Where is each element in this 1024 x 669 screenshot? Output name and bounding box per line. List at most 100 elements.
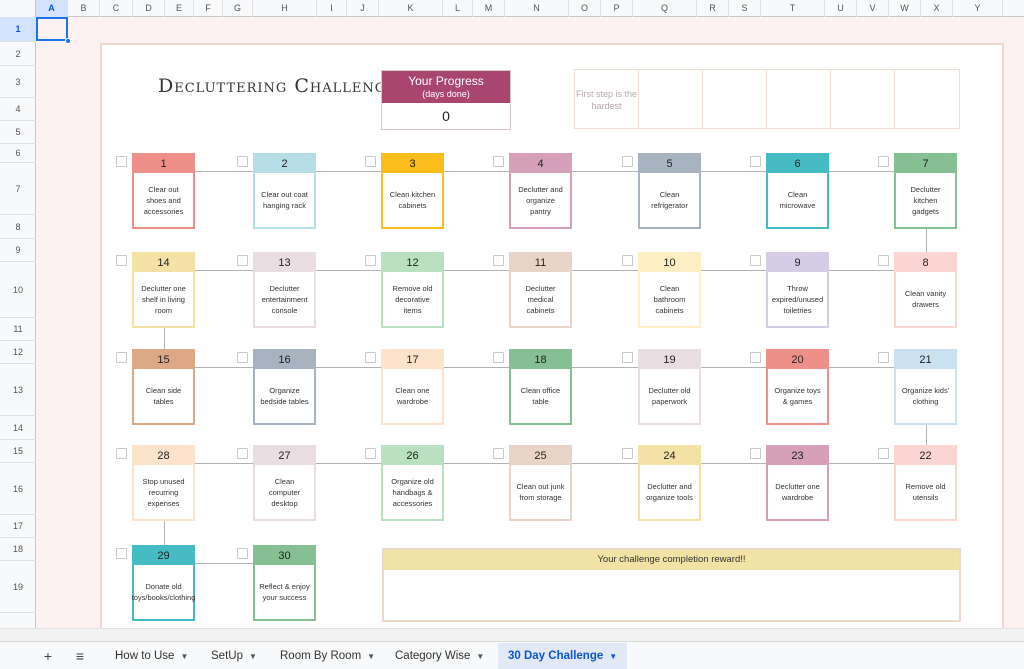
day-tile[interactable]: 26 Organize old handbags & accessories xyxy=(381,445,444,521)
column-header-b[interactable]: B xyxy=(68,0,100,17)
column-header-p[interactable]: P xyxy=(601,0,633,17)
progress-value[interactable]: 0 xyxy=(382,103,510,130)
add-sheet-icon[interactable]: + xyxy=(39,647,57,665)
day-checkbox[interactable] xyxy=(493,448,504,459)
day-tile[interactable]: 12 Remove old decorative items xyxy=(381,252,444,328)
row-header-3[interactable]: 3 xyxy=(0,66,36,98)
day-tile[interactable]: 16 Organize bedside tables xyxy=(253,349,316,425)
day-checkbox[interactable] xyxy=(493,352,504,363)
chevron-down-icon[interactable]: ▼ xyxy=(180,652,188,661)
day-checkbox[interactable] xyxy=(237,548,248,559)
day-checkbox[interactable] xyxy=(622,255,633,266)
day-tile[interactable]: 14 Declutter one shelf in living room xyxy=(132,252,195,328)
day-tile[interactable]: 23 Declutter one wardrobe xyxy=(766,445,829,521)
day-tile[interactable]: 9 Throw expired/unused toiletries xyxy=(766,252,829,328)
select-all-corner[interactable] xyxy=(0,0,36,17)
all-sheets-icon[interactable]: ≡ xyxy=(71,647,89,665)
column-header-f[interactable]: F xyxy=(194,0,223,17)
chevron-down-icon[interactable]: ▼ xyxy=(476,652,484,661)
horizontal-scrollbar[interactable] xyxy=(0,628,1024,641)
note-cell[interactable] xyxy=(895,70,959,128)
day-checkbox[interactable] xyxy=(878,255,889,266)
chevron-down-icon[interactable]: ▼ xyxy=(609,652,617,661)
day-tile[interactable]: 22 Remove old utensils xyxy=(894,445,957,521)
day-checkbox[interactable] xyxy=(116,448,127,459)
row-header-5[interactable]: 5 xyxy=(0,121,36,144)
column-header-w[interactable]: W xyxy=(889,0,921,17)
row-header-10[interactable]: 10 xyxy=(0,262,36,318)
row-header-12[interactable]: 12 xyxy=(0,341,36,364)
day-checkbox[interactable] xyxy=(878,352,889,363)
day-tile[interactable]: 21 Organize kids' clothing xyxy=(894,349,957,425)
column-header-g[interactable]: G xyxy=(223,0,253,17)
note-cell[interactable] xyxy=(639,70,703,128)
column-header-l[interactable]: L xyxy=(443,0,473,17)
day-tile[interactable]: 24 Declutter and organize tools xyxy=(638,445,701,521)
reward-box[interactable]: Your challenge completion reward!! xyxy=(382,548,961,622)
day-checkbox[interactable] xyxy=(116,156,127,167)
column-header-y[interactable]: Y xyxy=(953,0,1003,17)
column-header-r[interactable]: R xyxy=(697,0,729,17)
sheet-tab[interactable]: Room By Room ▼ xyxy=(270,643,385,669)
column-header-n[interactable]: N xyxy=(505,0,569,17)
column-header-k[interactable]: K xyxy=(379,0,443,17)
row-header-14[interactable]: 14 xyxy=(0,416,36,440)
day-tile[interactable]: 11 Declutter medical cabinets xyxy=(509,252,572,328)
day-checkbox[interactable] xyxy=(622,352,633,363)
row-header-17[interactable]: 17 xyxy=(0,515,36,538)
chevron-down-icon[interactable]: ▼ xyxy=(367,652,375,661)
day-tile[interactable]: 1 Clear out shoes and accessories xyxy=(132,153,195,229)
day-checkbox[interactable] xyxy=(750,352,761,363)
column-header-e[interactable]: E xyxy=(165,0,194,17)
column-header-c[interactable]: C xyxy=(100,0,133,17)
row-header-9[interactable]: 9 xyxy=(0,239,36,262)
day-tile[interactable]: 10 Clean bathroom cabinets xyxy=(638,252,701,328)
row-header-11[interactable]: 11 xyxy=(0,318,36,341)
note-cell[interactable] xyxy=(831,70,895,128)
sheet-tab[interactable]: SetUp ▼ xyxy=(201,643,267,669)
day-tile[interactable]: 25 Clean out junk from storage xyxy=(509,445,572,521)
day-checkbox[interactable] xyxy=(237,255,248,266)
column-header-i[interactable]: I xyxy=(317,0,347,17)
note-cell[interactable]: First step is the hardest xyxy=(575,70,639,128)
column-header-m[interactable]: M xyxy=(473,0,505,17)
day-tile[interactable]: 4 Declutter and organize pantry xyxy=(509,153,572,229)
day-checkbox[interactable] xyxy=(750,156,761,167)
day-tile[interactable]: 3 Clean kitchen cabinets xyxy=(381,153,444,229)
row-header-1[interactable]: 1 xyxy=(0,17,36,42)
day-checkbox[interactable] xyxy=(493,255,504,266)
day-checkbox[interactable] xyxy=(116,255,127,266)
column-header-h[interactable]: H xyxy=(253,0,317,17)
day-checkbox[interactable] xyxy=(750,448,761,459)
sheet-tab[interactable]: How to Use ▼ xyxy=(105,643,198,669)
day-checkbox[interactable] xyxy=(750,255,761,266)
sheet-tab[interactable]: Category Wise ▼ xyxy=(385,643,494,669)
day-checkbox[interactable] xyxy=(365,255,376,266)
day-checkbox[interactable] xyxy=(116,352,127,363)
day-checkbox[interactable] xyxy=(365,156,376,167)
day-tile[interactable]: 19 Declutter old paperwork xyxy=(638,349,701,425)
row-header-15[interactable]: 15 xyxy=(0,440,36,463)
column-header-o[interactable]: O xyxy=(569,0,601,17)
day-tile[interactable]: 2 Clear out coat hanging rack xyxy=(253,153,316,229)
day-tile[interactable]: 5 Clean refrigerator xyxy=(638,153,701,229)
row-header-8[interactable]: 8 xyxy=(0,215,36,239)
day-checkbox[interactable] xyxy=(878,448,889,459)
row-header-19[interactable]: 19 xyxy=(0,561,36,613)
column-header-s[interactable]: S xyxy=(729,0,761,17)
sheet-tab[interactable]: 30 Day Challenge ▼ xyxy=(498,643,628,669)
day-tile[interactable]: 28 Stop unused recurring expenses xyxy=(132,445,195,521)
day-checkbox[interactable] xyxy=(237,156,248,167)
note-cell[interactable] xyxy=(703,70,767,128)
column-header-a[interactable]: A xyxy=(36,0,68,17)
day-tile[interactable]: 18 Clean office table xyxy=(509,349,572,425)
column-header-u[interactable]: U xyxy=(825,0,857,17)
column-header-d[interactable]: D xyxy=(133,0,165,17)
row-header-2[interactable]: 2 xyxy=(0,42,36,66)
day-checkbox[interactable] xyxy=(237,352,248,363)
day-tile[interactable]: 7 Declutter kitchen gadgets xyxy=(894,153,957,229)
column-header-t[interactable]: T xyxy=(761,0,825,17)
day-tile[interactable]: 8 Clean vanity drawers xyxy=(894,252,957,328)
sheet-grid[interactable]: Decluttering Challenge Your Progress (da… xyxy=(36,17,1024,628)
day-tile[interactable]: 15 Clean side tables xyxy=(132,349,195,425)
